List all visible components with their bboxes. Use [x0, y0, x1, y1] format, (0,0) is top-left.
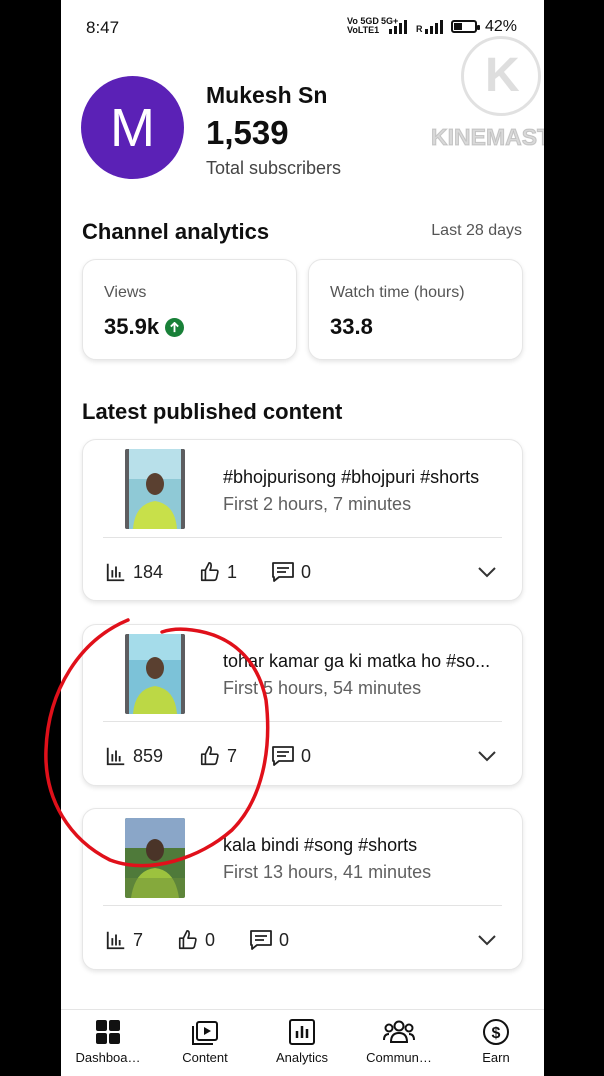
views-value: 35.9k: [104, 314, 160, 339]
views-count: 7: [133, 929, 144, 950]
subscriber-label: Total subscribers: [206, 158, 342, 178]
chevron-down-icon[interactable]: [476, 562, 498, 582]
comment-icon: [272, 562, 294, 582]
battery-icon: [451, 20, 480, 33]
likes-metric: 1: [199, 561, 237, 583]
signal-icon: [389, 20, 407, 34]
views-metric: 859: [105, 745, 163, 767]
analytics-title: Channel analytics: [82, 219, 270, 244]
chevron-down-icon[interactable]: [476, 930, 498, 950]
nav-label: Earn: [482, 1050, 510, 1065]
video-title[interactable]: #bhojpurisong #bhojpuri #shorts: [223, 467, 513, 488]
period-label: Last 28 days: [431, 222, 522, 239]
latest-title: Latest published content: [82, 399, 343, 424]
video-title[interactable]: tohar kamar ga ki matka ho #so...: [223, 651, 513, 672]
likes-count: 0: [205, 929, 216, 950]
kinemaster-watermark: KINEMASTER: [430, 124, 544, 151]
nav-label: Content: [182, 1050, 228, 1065]
comment-icon: [250, 930, 272, 950]
arrow-up-icon: [165, 317, 185, 337]
nav-earn[interactable]: $ Earn: [456, 1018, 536, 1065]
likes-count: 1: [227, 561, 238, 582]
network-label: Vo 5GD VoLTE1: [347, 16, 380, 35]
community-icon: [383, 1020, 415, 1043]
roaming-label: R: [416, 24, 423, 34]
comment-icon: [272, 746, 294, 766]
nav-label: Dashboa…: [75, 1050, 141, 1065]
dashboard-icon: [96, 1020, 120, 1044]
views-label: Views: [104, 284, 147, 301]
avatar[interactable]: M: [81, 76, 184, 179]
likes-count: 7: [227, 745, 238, 766]
comments-metric: 0: [271, 561, 311, 583]
chevron-down-icon[interactable]: [476, 746, 498, 766]
studio-screen: 8:47 Vo 5GDVoLTE1 5G+ R 42% K KINEMASTER…: [61, 0, 544, 1076]
bar-chart-icon: [106, 563, 125, 582]
nav-content[interactable]: Content: [165, 1018, 245, 1065]
channel-name: Mukesh Sn: [206, 82, 328, 108]
analytics-icon: [289, 1019, 315, 1045]
video-card[interactable]: tohar kamar ga ki matka ho #so... First …: [82, 624, 523, 786]
likes-metric: 0: [177, 929, 215, 951]
views-count: 859: [133, 745, 164, 766]
divider: [103, 721, 502, 722]
bar-chart-icon: [106, 747, 125, 766]
watch-time-label: Watch time (hours): [330, 284, 465, 301]
thumbs-up-icon: [200, 746, 219, 766]
earn-icon: $: [483, 1019, 509, 1045]
video-card[interactable]: kala bindi #song #shorts First 13 hours,…: [82, 808, 523, 970]
watch-time-value: 33.8: [330, 314, 373, 339]
video-title[interactable]: kala bindi #song #shorts: [223, 835, 513, 856]
video-age: First 2 hours, 7 minutes: [223, 494, 412, 514]
video-age: First 13 hours, 41 minutes: [223, 862, 432, 882]
nav-label: Commun…: [366, 1050, 432, 1065]
bottom-nav: Dashboa… Content Analytics Commun… $ Ear…: [61, 1009, 544, 1076]
views-metric: 7: [105, 929, 143, 951]
video-card[interactable]: #bhojpurisong #bhojpuri #shorts First 2 …: [82, 439, 523, 601]
comments-count: 0: [301, 745, 312, 766]
views-card[interactable]: Views 35.9k: [82, 259, 297, 360]
video-thumbnail[interactable]: [125, 818, 185, 898]
battery-percent: 42%: [485, 18, 518, 35]
comments-metric: 0: [271, 745, 311, 767]
nav-community[interactable]: Commun…: [359, 1018, 439, 1065]
comments-count: 0: [301, 561, 312, 582]
bar-chart-icon: [106, 931, 125, 950]
nav-analytics[interactable]: Analytics: [262, 1018, 342, 1065]
subscriber-count: 1,539: [206, 114, 289, 151]
video-age: First 5 hours, 54 minutes: [223, 678, 422, 698]
views-count: 184: [133, 561, 164, 582]
avatar-letter: M: [110, 97, 155, 158]
watch-time-card[interactable]: Watch time (hours) 33.8: [308, 259, 523, 360]
nav-label: Analytics: [275, 1050, 329, 1065]
svg-text:$: $: [492, 1025, 501, 1042]
views-metric: 184: [105, 561, 163, 583]
divider: [103, 905, 502, 906]
status-time: 8:47: [86, 18, 120, 37]
views-value-row: 35.9k: [104, 314, 185, 340]
likes-metric: 7: [199, 745, 237, 767]
thumbs-up-icon: [178, 930, 197, 950]
thumbs-up-icon: [200, 562, 219, 582]
content-icon: [192, 1021, 218, 1045]
signal-icon-2: [425, 20, 443, 34]
comments-metric: 0: [249, 929, 289, 951]
comments-count: 0: [279, 929, 290, 950]
nav-dashboard[interactable]: Dashboa…: [68, 1018, 148, 1065]
kinemaster-logo-letter: K: [485, 49, 520, 102]
divider: [103, 537, 502, 538]
video-thumbnail[interactable]: [125, 634, 185, 714]
video-thumbnail[interactable]: [125, 449, 185, 529]
